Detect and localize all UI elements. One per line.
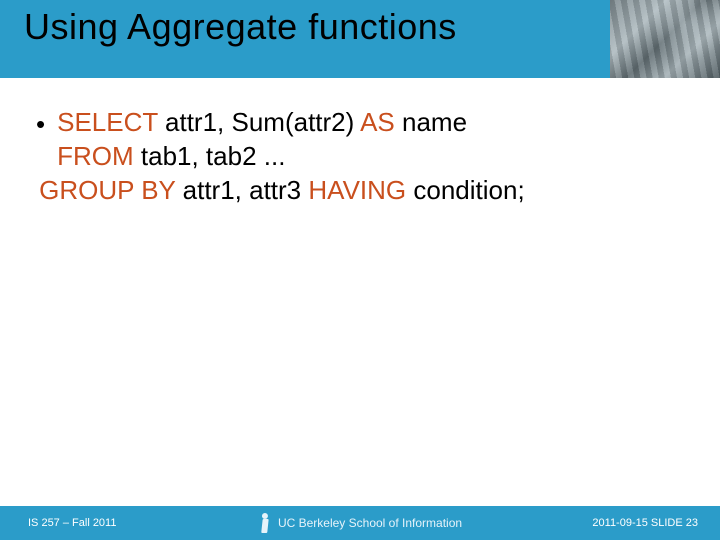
kw-from: FROM	[57, 141, 134, 171]
kw-as: AS	[360, 107, 395, 137]
sql-line-2: FROM tab1, tab2 ...	[57, 140, 684, 174]
kw-groupby: GROUP BY	[39, 175, 175, 205]
title-decorative-image	[610, 0, 720, 78]
bullet-dot-icon: •	[36, 108, 45, 142]
footer-right: 2011-09-15 SLIDE 23	[592, 517, 698, 529]
txt-from-args: tab1, tab2 ...	[134, 141, 286, 171]
slide-body: • SELECT attr1, Sum(attr2) AS name FROM …	[0, 78, 720, 506]
footer-center-label: UC Berkeley School of Information	[278, 516, 462, 530]
title-bar: Using Aggregate functions	[0, 0, 720, 78]
bullet-content: SELECT attr1, Sum(attr2) AS name FROM ta…	[57, 106, 684, 207]
sql-line-3: GROUP BY attr1, attr3 HAVING condition;	[39, 174, 684, 208]
txt-having-args: condition;	[406, 175, 525, 205]
sql-line-1: SELECT attr1, Sum(attr2) AS name	[57, 106, 684, 140]
footer-left: IS 257 – Fall 2011	[28, 517, 116, 529]
txt-select-args: attr1, Sum(attr2)	[158, 107, 360, 137]
slide-title: Using Aggregate functions	[24, 6, 457, 48]
footer-bar: IS 257 – Fall 2011 UC Berkeley School of…	[0, 506, 720, 540]
kw-having: HAVING	[308, 175, 406, 205]
slide: Using Aggregate functions • SELECT attr1…	[0, 0, 720, 540]
berkeley-ischool-icon	[258, 513, 272, 533]
kw-select: SELECT	[57, 107, 158, 137]
bullet-item: • SELECT attr1, Sum(attr2) AS name FROM …	[36, 106, 684, 207]
footer-center: UC Berkeley School of Information	[258, 513, 462, 533]
txt-as-args: name	[395, 107, 467, 137]
txt-groupby-args: attr1, attr3	[175, 175, 308, 205]
